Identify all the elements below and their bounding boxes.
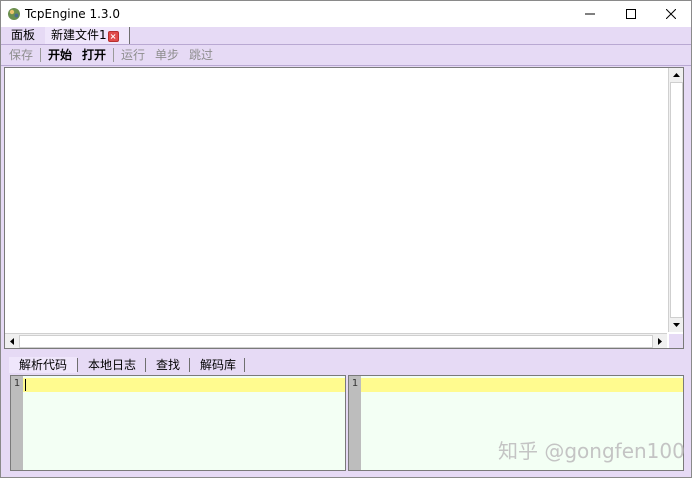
parse-code-editor[interactable]: 1: [10, 375, 346, 471]
window-title: TcpEngine 1.3.0: [25, 7, 120, 21]
tab-decode-library[interactable]: 解码库: [190, 357, 246, 373]
scroll-right-icon[interactable]: [654, 335, 666, 347]
scroll-corner: [669, 334, 683, 348]
editor-text-area[interactable]: [5, 68, 667, 332]
skip-button[interactable]: 跳过: [189, 47, 213, 63]
title-bar: TcpEngine 1.3.0: [1, 1, 691, 27]
line-number: 1: [13, 378, 21, 389]
minimize-button[interactable]: [570, 1, 610, 27]
scroll-up-icon[interactable]: [670, 69, 682, 81]
tab-panel[interactable]: 面板: [5, 27, 41, 44]
close-icon: [666, 9, 676, 19]
save-button[interactable]: 保存: [9, 47, 33, 63]
tab-divider: [244, 358, 245, 372]
horizontal-scroll-thumb[interactable]: [19, 335, 653, 348]
close-button[interactable]: [651, 1, 691, 27]
tab-local-log[interactable]: 本地日志: [78, 357, 146, 373]
tab-new-file-label: 新建文件1: [51, 28, 107, 42]
run-button[interactable]: 运行: [121, 47, 145, 63]
line-number: 1: [351, 378, 359, 389]
scroll-down-icon[interactable]: [670, 319, 682, 331]
step-button[interactable]: 单步: [155, 47, 179, 63]
line-number-gutter: 1: [349, 376, 361, 470]
tab-new-file[interactable]: 新建文件1 ×: [45, 27, 130, 44]
maximize-button[interactable]: [611, 1, 651, 27]
toolbar: 保存 开始 打开 运行 单步 跳过: [1, 45, 691, 66]
start-button[interactable]: 开始: [48, 47, 72, 63]
watermark-text: 知乎 @gongfen100: [498, 439, 685, 463]
main-editor[interactable]: [4, 67, 684, 349]
bottom-panel-tabs: 解析代码 本地日志 查找 解码库: [1, 354, 691, 374]
scroll-left-icon[interactable]: [6, 335, 18, 347]
current-line-highlight: [361, 378, 683, 392]
vertical-scrollbar[interactable]: [668, 68, 683, 332]
maximize-icon: [626, 9, 636, 19]
app-window: TcpEngine 1.3.0 面板 新建文件1 × 保存 开始 打开 运行 单…: [0, 0, 692, 478]
document-tab-bar: 面板 新建文件1 ×: [1, 27, 691, 45]
open-button[interactable]: 打开: [82, 47, 106, 63]
app-logo-icon: [7, 7, 21, 21]
tab-search[interactable]: 查找: [146, 357, 190, 373]
toolbar-divider: [113, 48, 114, 62]
minimize-icon: [585, 9, 595, 19]
tab-parse-code[interactable]: 解析代码: [9, 357, 78, 373]
text-caret: [25, 379, 26, 391]
line-number-gutter: 1: [11, 376, 23, 470]
horizontal-scrollbar[interactable]: [5, 333, 667, 348]
vertical-scroll-thumb[interactable]: [670, 82, 683, 318]
current-line-highlight: [23, 378, 345, 392]
toolbar-divider: [40, 48, 41, 62]
tab-close-icon[interactable]: ×: [107, 31, 119, 42]
